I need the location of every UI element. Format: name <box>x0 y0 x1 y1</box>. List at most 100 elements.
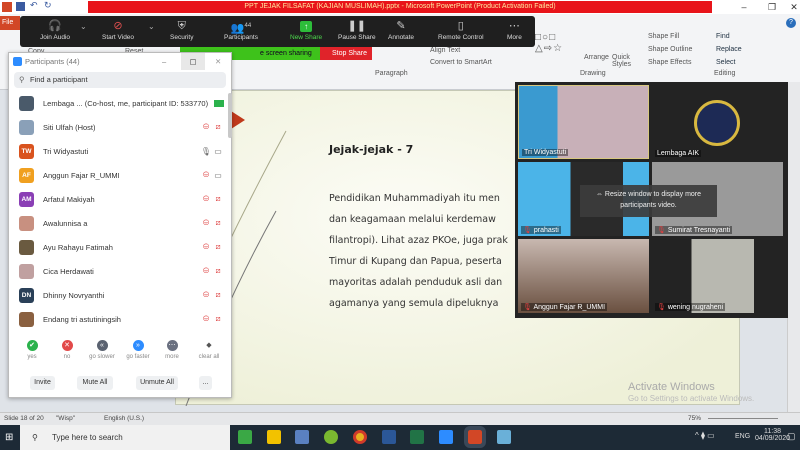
slide-text-line: agamanya yang semula dipeluknya <box>329 298 499 309</box>
resize-tip-text: Resize window to display more participan… <box>604 191 702 209</box>
join-audio-label: Join Audio <box>40 34 70 41</box>
language-indicator[interactable]: English (U.S.) <box>104 413 144 425</box>
new-share-button[interactable]: ↑ New Share <box>290 18 322 41</box>
chrome-icon[interactable] <box>353 430 367 444</box>
participant-row[interactable]: Awalunnisa a ⨸ ⧄ <box>19 213 224 233</box>
input-language[interactable]: ENG <box>735 433 750 440</box>
shape-fill-button[interactable]: Shape Fill <box>648 33 679 40</box>
reaction-go-slower-button[interactable]: « go slower <box>85 340 119 360</box>
participant-search-input[interactable]: ⚲ Find a participant <box>14 72 226 88</box>
tile-name-text: Sumirat Tresnayanti <box>667 227 731 234</box>
mic-muted-icon: ⨸ <box>202 122 210 131</box>
video-tile[interactable]: Lembaga AIK <box>652 85 783 159</box>
notification-icon[interactable]: ▢ <box>787 431 796 442</box>
pause-share-button[interactable]: ❚❚ Pause Share <box>338 18 376 41</box>
audio-options-chevron-icon[interactable]: ⌄ <box>80 22 87 31</box>
close-panel-button[interactable]: ✕ <box>215 53 221 70</box>
video-off-icon: ⧄ <box>215 314 221 323</box>
reaction-label: go faster <box>126 354 150 360</box>
find-button[interactable]: Find <box>716 33 730 40</box>
tile-name: 🎙 Anggun Fajar R_UMMI <box>521 303 608 311</box>
replace-button[interactable]: Replace <box>716 46 742 53</box>
security-label: Security <box>170 34 194 41</box>
mute-all-button[interactable]: Mute All <box>77 376 113 390</box>
start-video-button[interactable]: ⊘ Start Video <box>102 18 134 41</box>
video-tile[interactable]: 🎙 Anggun Fajar R_UMMI <box>518 239 649 313</box>
video-options-chevron-icon[interactable]: ⌄ <box>148 22 155 31</box>
unmute-all-button[interactable]: Unmute All <box>136 376 178 390</box>
reaction-go-faster-button[interactable]: » go faster <box>121 340 155 360</box>
undo-icon[interactable]: ↶ <box>30 0 38 11</box>
align-text-button[interactable]: Align Text <box>430 47 460 54</box>
mic-muted-icon: ⨸ <box>202 170 210 179</box>
participants-button[interactable]: 👥44 Participants <box>224 18 258 41</box>
participant-row[interactable]: DN Dhinny Novryanthi ⨸ ⧄ <box>19 285 224 305</box>
participant-row[interactable]: Cica Herdawati ⨸ ⧄ <box>19 261 224 281</box>
windows-start-icon[interactable]: ⊞ <box>5 432 13 443</box>
network-app-icon[interactable] <box>295 430 309 444</box>
minimize-button[interactable]: – <box>730 0 758 14</box>
reaction-yes-button[interactable]: ✔ yes <box>15 340 49 360</box>
more-options-button[interactable]: ... <box>199 376 212 390</box>
quick-styles-button[interactable]: Quick Styles <box>612 54 632 68</box>
excel-icon[interactable] <box>410 430 424 444</box>
title-bar: ↶ ↻ PPT JEJAK FILSAFAT (KAJIAN MUSLIMAH)… <box>0 0 800 14</box>
vertical-scrollbar[interactable] <box>787 82 800 412</box>
search-placeholder: Find a participant <box>30 75 88 84</box>
shape-effects-button[interactable]: Shape Effects <box>648 59 691 66</box>
convert-smartart-button[interactable]: Convert to SmartArt <box>430 59 492 66</box>
participant-row[interactable]: AM Arfatul Makiyah ⨸ ⧄ <box>19 189 224 209</box>
zoom-app-icon[interactable] <box>439 430 453 444</box>
tray-icons[interactable]: ^ ⧫ ▭ <box>695 431 715 440</box>
participant-row[interactable]: Lembaga ... (Co-host, me, participant ID… <box>19 93 224 113</box>
video-tile[interactable]: Tri Widyastuti <box>518 85 649 159</box>
remote-control-button[interactable]: ▯ Remote Control <box>438 18 484 41</box>
participant-row[interactable]: Ayu Rahayu Fatimah ⨸ ⧄ <box>19 237 224 257</box>
join-audio-button[interactable]: 🎧 Join Audio <box>40 18 70 41</box>
maximize-panel-button[interactable]: ▢ <box>181 53 205 70</box>
photos-icon[interactable] <box>497 430 511 444</box>
taskbar-search[interactable]: ⚲ Type here to search <box>20 425 230 450</box>
theme-name: "Wisp" <box>56 415 76 422</box>
file-tab[interactable]: File <box>0 16 20 30</box>
participant-row[interactable]: AF Anggun Fajar R_UMMI ⨸ ▭ <box>19 165 224 185</box>
reaction-more-button[interactable]: ⋯ more <box>155 340 189 360</box>
sticky-notes-icon[interactable] <box>267 430 281 444</box>
participant-row[interactable]: TW Tri Widyastuti 🎙 ▭ <box>19 141 224 161</box>
solitaire-icon[interactable] <box>238 430 252 444</box>
close-button[interactable]: ✕ <box>780 0 800 14</box>
app-icon[interactable] <box>324 430 338 444</box>
video-tile[interactable]: 🎙 wening nugraheni <box>652 239 783 313</box>
window-title: PPT JEJAK FILSAFAT (KAJIAN MUSLIMAH).ppt… <box>88 1 712 13</box>
reaction-label: go slower <box>89 354 115 360</box>
minimize-panel-button[interactable]: – <box>162 53 166 70</box>
arrange-button[interactable]: Arrange <box>584 54 609 61</box>
redo-icon[interactable]: ↻ <box>44 0 52 11</box>
more-button[interactable]: ⋯ More <box>507 18 522 41</box>
participant-list-scrollbar[interactable] <box>228 93 232 138</box>
participant-name: Lembaga ... (Co-host, me, participant ID… <box>43 98 209 108</box>
zoom-level[interactable]: 75% <box>688 413 701 425</box>
participant-row[interactable]: Endang tri astutiningsih ⨸ ⧄ <box>19 309 224 329</box>
security-button[interactable]: ⛨ Security <box>170 18 193 41</box>
institution-logo <box>694 100 740 146</box>
participants-label: Participants <box>224 34 258 41</box>
zoom-slider[interactable] <box>708 418 778 419</box>
annotate-button[interactable]: ✎ Annotate <box>388 18 414 41</box>
powerpoint-taskbar-icon[interactable] <box>464 426 486 448</box>
word-icon[interactable] <box>382 430 396 444</box>
clock[interactable]: 11:38 04/09/2020 <box>755 428 790 442</box>
paragraph-group-label: Paragraph <box>375 70 408 77</box>
stop-share-button[interactable]: Stop Share <box>320 47 372 60</box>
shapes-gallery[interactable]: □○□ △⇨☆ <box>535 32 590 60</box>
shape-outline-button[interactable]: Shape Outline <box>648 46 692 53</box>
participant-row[interactable]: Siti Ulfah (Host) ⨸ ⧄ <box>19 117 224 137</box>
mic-on-icon: 🎙 <box>200 146 212 156</box>
save-icon[interactable] <box>16 2 25 11</box>
reaction-no-button[interactable]: ✕ no <box>50 340 84 360</box>
help-icon[interactable]: ? <box>786 18 796 28</box>
select-button[interactable]: Select <box>716 59 735 66</box>
clear-all-button[interactable]: ◆ clear all <box>192 340 226 360</box>
invite-button[interactable]: Invite <box>30 376 55 390</box>
tile-name-text: wening nugraheni <box>667 304 724 311</box>
